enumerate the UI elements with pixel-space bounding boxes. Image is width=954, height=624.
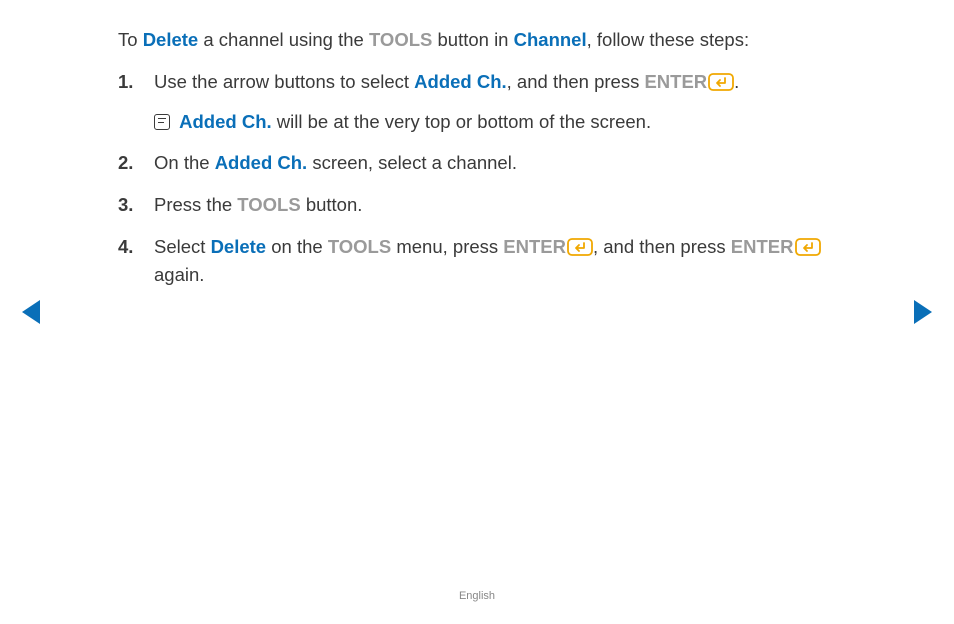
enter-icon xyxy=(795,238,821,256)
added-ch-label: Added Ch. xyxy=(414,71,507,92)
channel-label: Channel xyxy=(514,29,587,50)
added-ch-label: Added Ch. xyxy=(179,111,272,132)
note-icon xyxy=(154,114,170,130)
enter-label: ENTER xyxy=(731,236,794,257)
text: Press the xyxy=(154,194,237,215)
added-ch-label: Added Ch. xyxy=(215,152,308,173)
step-number: 3. xyxy=(118,191,133,219)
delete-label: Delete xyxy=(143,29,199,50)
step-number: 1. xyxy=(118,68,133,96)
enter-icon xyxy=(708,73,734,91)
text: button in xyxy=(432,29,513,50)
step-number: 2. xyxy=(118,149,133,177)
text: screen, select a channel. xyxy=(307,152,517,173)
step-4: 4. Select Delete on the TOOLS menu, pres… xyxy=(118,233,854,289)
next-page-button[interactable] xyxy=(914,300,932,324)
enter-label: ENTER xyxy=(644,71,707,92)
text: . xyxy=(734,71,739,92)
tools-label: TOOLS xyxy=(237,194,300,215)
prev-page-button[interactable] xyxy=(22,300,40,324)
text: a channel using the xyxy=(198,29,369,50)
footer-language: English xyxy=(0,590,954,602)
step-1-note: Added Ch. will be at the very top or bot… xyxy=(154,108,854,136)
text: Use the arrow buttons to select xyxy=(154,71,414,92)
text: On the xyxy=(154,152,215,173)
text: Select xyxy=(154,236,211,257)
steps-list: 1. Use the arrow buttons to select Added… xyxy=(118,68,854,289)
enter-icon xyxy=(567,238,593,256)
text: , follow these steps: xyxy=(587,29,749,50)
step-3: 3. Press the TOOLS button. xyxy=(118,191,854,219)
text: menu, press xyxy=(391,236,503,257)
instruction-content: To Delete a channel using the TOOLS butt… xyxy=(0,0,954,288)
step-1: 1. Use the arrow buttons to select Added… xyxy=(118,68,854,136)
text: will be at the very top or bottom of the… xyxy=(272,111,651,132)
delete-label: Delete xyxy=(211,236,267,257)
step-2: 2. On the Added Ch. screen, select a cha… xyxy=(118,149,854,177)
intro-paragraph: To Delete a channel using the TOOLS butt… xyxy=(118,26,854,54)
text: on the xyxy=(266,236,328,257)
text: , and then press xyxy=(507,71,645,92)
text: again. xyxy=(154,264,204,285)
text: To xyxy=(118,29,143,50)
step-number: 4. xyxy=(118,233,133,261)
text: , and then press xyxy=(593,236,731,257)
enter-label: ENTER xyxy=(503,236,566,257)
text: button. xyxy=(301,194,363,215)
tools-label: TOOLS xyxy=(369,29,432,50)
tools-label: TOOLS xyxy=(328,236,391,257)
